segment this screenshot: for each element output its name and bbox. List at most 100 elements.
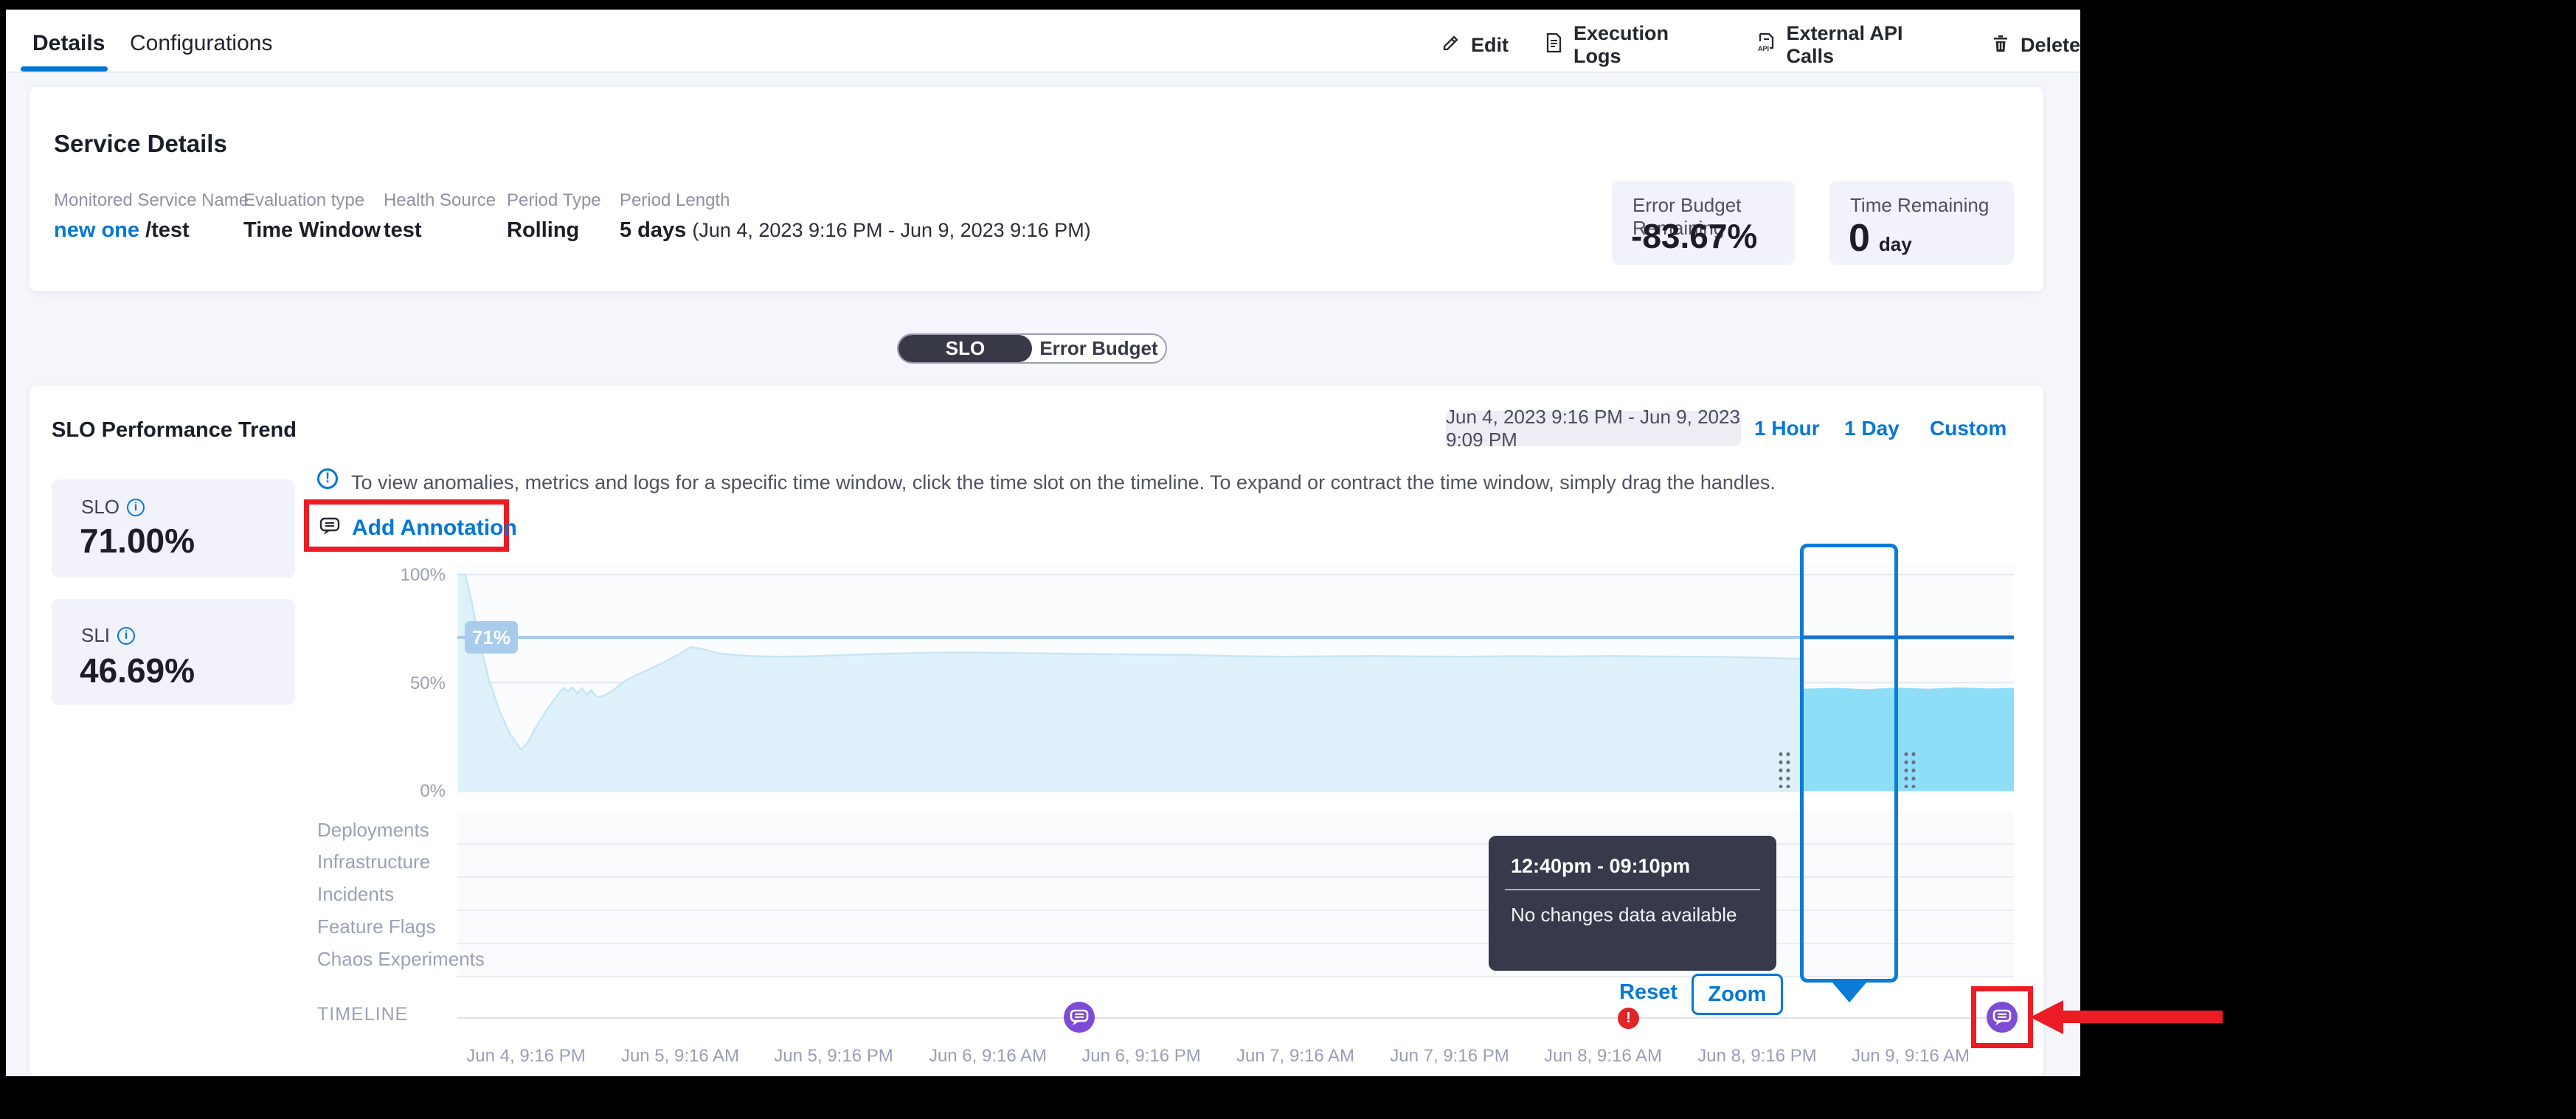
timeline-help-text: To view anomalies, metrics and logs for …	[351, 471, 1776, 494]
app-window: Details Configurations Edit Execution Lo…	[0, 0, 2576, 1119]
row-label-infrastructure: Infrastructure	[317, 850, 430, 873]
ytick-0: 0%	[369, 781, 446, 802]
xtick-0: Jun 4, 9:16 PM	[437, 1046, 614, 1067]
frame-left	[0, 10, 6, 1076]
period-length-label: Period Length	[620, 190, 1091, 211]
range-custom-link[interactable]: Custom	[1930, 417, 2007, 440]
timeline-label: TIMELINE	[317, 1004, 408, 1025]
selection-pointer-icon	[1832, 983, 1866, 1002]
delete-label: Delete	[2021, 34, 2080, 57]
edit-button[interactable]: Edit	[1440, 32, 1509, 59]
slo-info-icon[interactable]: i	[127, 499, 145, 516]
health-source-value: test	[384, 218, 496, 243]
range-1hour-link[interactable]: 1 Hour	[1754, 417, 1820, 440]
monitored-service-label: Monitored Service Name	[54, 190, 249, 211]
highlight-box-add-annotation: Add Annotation	[304, 499, 509, 552]
service-details-title: Service Details	[54, 130, 227, 158]
xtick-5: Jun 7, 9:16 AM	[1207, 1046, 1384, 1067]
row-label-chaos-experiments: Chaos Experiments	[317, 948, 485, 971]
tooltip-message: No changes data available	[1511, 904, 1737, 926]
tab-details[interactable]: Details	[32, 31, 105, 56]
field-health-source: Health Source test	[384, 190, 496, 243]
reset-button[interactable]: Reset	[1619, 980, 1677, 1005]
field-period-length: Period Length 5 days (Jun 4, 2023 9:16 P…	[620, 190, 1091, 243]
xtick-2: Jun 5, 9:16 PM	[745, 1046, 922, 1067]
monitored-service-link[interactable]: new one	[54, 218, 139, 242]
slo-errorbudget-toggle: SLO Error Budget	[897, 333, 1167, 364]
trend-title: SLO Performance Trend	[52, 418, 297, 443]
sli-value: 46.69%	[80, 651, 195, 690]
row-incidents-track[interactable]	[457, 878, 2014, 911]
selection-left-drag-handle[interactable]	[1776, 749, 1790, 788]
frame-right	[2080, 10, 2576, 1076]
toggle-option-slo[interactable]: SLO	[899, 335, 1032, 362]
api-document-icon: API	[1755, 32, 1777, 59]
slo-value: 71.00%	[80, 521, 195, 561]
error-alert-icon[interactable]: !	[1618, 1008, 1639, 1029]
active-tab-underline	[21, 66, 108, 72]
row-infrastructure-track[interactable]	[457, 845, 2014, 878]
period-type-label: Period Type	[507, 190, 601, 211]
field-period-type: Period Type Rolling	[507, 190, 601, 243]
service-details-card: Service Details Monitored Service Name n…	[30, 87, 2043, 291]
row-label-feature-flags: Feature Flags	[317, 915, 435, 938]
header-actions: Edit Execution Logs API External API Cal…	[1440, 22, 2080, 68]
xtick-7: Jun 8, 9:16 AM	[1514, 1046, 1692, 1067]
row-label-incidents: Incidents	[317, 883, 394, 906]
timeline-axis[interactable]	[457, 1017, 2014, 1019]
tooltip-time-range: 12:40pm - 09:10pm	[1511, 855, 1690, 878]
range-1day-link[interactable]: 1 Day	[1844, 417, 1900, 440]
sli-label: SLI	[81, 624, 110, 647]
changes-tooltip: 12:40pm - 09:10pm No changes data availa…	[1489, 836, 1776, 971]
slo-performance-trend-card: SLO Performance Trend Jun 4, 2023 9:16 P…	[30, 386, 2043, 1076]
annotation-marker-icon[interactable]	[1063, 1001, 1095, 1033]
slo-stat-card: SLO i 71.00%	[52, 479, 295, 578]
execution-logs-button[interactable]: Execution Logs	[1543, 22, 1721, 68]
red-arrow-shaft	[2063, 1011, 2223, 1023]
external-api-calls-label: External API Calls	[1786, 22, 1955, 68]
tooltip-divider	[1505, 889, 1760, 890]
top-bar: Details Configurations Edit Execution Lo…	[0, 0, 2080, 73]
tab-configurations[interactable]: Configurations	[130, 31, 272, 56]
monitored-service-path: /test	[145, 218, 190, 242]
period-length-value: 5 days	[620, 218, 686, 242]
row-deployments-track[interactable]	[457, 811, 2014, 845]
slo-label: SLO	[81, 496, 120, 519]
period-length-detail: (Jun 4, 2023 9:16 PM - Jun 9, 2023 9:16 …	[692, 219, 1090, 241]
ytick-50: 50%	[369, 673, 446, 694]
xtick-8: Jun 8, 9:16 PM	[1669, 1046, 1846, 1067]
xtick-3: Jun 6, 9:16 AM	[899, 1046, 1076, 1067]
error-budget-remaining-card: Error Budget Remaining -83.67%	[1612, 181, 1795, 265]
row-chaos-experiments-track[interactable]	[457, 944, 2014, 977]
period-type-value: Rolling	[507, 218, 601, 243]
field-monitored-service: Monitored Service Name new one /test	[54, 190, 249, 243]
delete-button[interactable]: Delete	[1990, 32, 2080, 59]
external-api-calls-button[interactable]: API External API Calls	[1755, 22, 1955, 68]
time-remaining-value: 0	[1849, 216, 1870, 260]
add-annotation-button[interactable]: Add Annotation	[318, 514, 517, 541]
xtick-4: Jun 6, 9:16 PM	[1053, 1046, 1230, 1067]
selection-right-drag-handle[interactable]	[1902, 749, 1916, 788]
time-remaining-label: Time Remaining	[1850, 194, 1989, 217]
toggle-option-error-budget[interactable]: Error Budget	[1032, 335, 1166, 362]
red-arrow-icon	[2030, 1000, 2063, 1034]
xtick-1: Jun 5, 9:16 AM	[592, 1046, 769, 1067]
evaluation-type-label: Evaluation type	[243, 190, 381, 211]
time-remaining-unit: day	[1879, 233, 1912, 256]
error-budget-remaining-value: -83.67%	[1631, 216, 1757, 256]
field-evaluation-type: Evaluation type Time Window	[243, 190, 381, 243]
sli-info-icon[interactable]: i	[117, 627, 135, 645]
execution-logs-label: Execution Logs	[1573, 22, 1721, 68]
frame-top	[0, 0, 2576, 10]
time-remaining-card: Time Remaining 0 day	[1829, 181, 2014, 265]
edit-label: Edit	[1471, 34, 1509, 57]
add-annotation-label: Add Annotation	[352, 516, 517, 541]
zoom-button[interactable]: Zoom	[1692, 974, 1783, 1015]
speech-bubble-icon	[318, 514, 342, 541]
row-feature-flags-track[interactable]	[457, 911, 2014, 944]
time-window-selection[interactable]	[1800, 544, 1898, 983]
info-icon: !	[317, 468, 338, 489]
xtick-6: Jun 7, 9:16 PM	[1361, 1046, 1538, 1067]
date-range-chip[interactable]: Jun 4, 2023 9:16 PM - Jun 9, 2023 9:09 P…	[1446, 411, 1741, 446]
svg-text:API: API	[1758, 45, 1769, 52]
